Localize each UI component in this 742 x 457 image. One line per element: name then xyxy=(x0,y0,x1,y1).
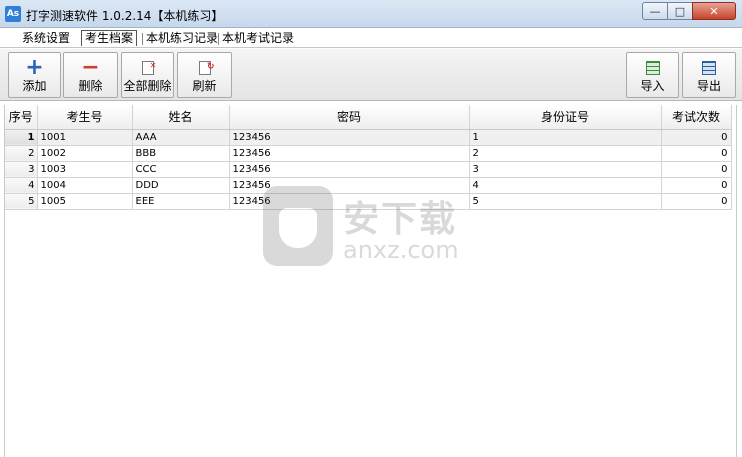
add-button[interactable]: + 添加 xyxy=(8,52,61,98)
plus-icon: + xyxy=(25,55,44,80)
table-header-row: 序号 考生号 姓名 密码 身份证号 考试次数 xyxy=(5,105,732,130)
column-header-candidate-id[interactable]: 考生号 xyxy=(37,105,133,130)
column-header-name[interactable]: 姓名 xyxy=(132,105,230,130)
cell-index: 5 xyxy=(5,193,38,210)
tab-local-practice-records[interactable]: 本机练习记录 xyxy=(146,31,218,47)
delete-all-button-label: 全部删除 xyxy=(123,79,172,93)
tab-system-settings[interactable]: 系统设置 xyxy=(22,31,70,47)
add-button-label: 添加 xyxy=(22,79,47,93)
tab-separator xyxy=(142,33,143,45)
column-header-index[interactable]: 序号 xyxy=(5,105,38,130)
toolbar: + 添加 − 删除 全部删除 刷新 导入 导出 xyxy=(0,49,742,101)
cell-candidate-id[interactable]: 1004 xyxy=(37,177,133,194)
cell-id-card[interactable]: 2 xyxy=(469,145,662,162)
delete-all-button[interactable]: 全部删除 xyxy=(121,52,174,98)
column-header-id-card[interactable]: 身份证号 xyxy=(469,105,662,130)
table-row[interactable]: 1 1001 AAA 123456 1 0 xyxy=(5,129,732,146)
cell-exam-count[interactable]: 0 xyxy=(661,177,732,194)
cell-password[interactable]: 123456 xyxy=(229,129,470,146)
cell-name[interactable]: EEE xyxy=(132,193,230,210)
cell-password[interactable]: 123456 xyxy=(229,177,470,194)
cell-name[interactable]: AAA xyxy=(132,129,230,146)
column-header-exam-count[interactable]: 考试次数 xyxy=(661,105,732,130)
cell-name[interactable]: DDD xyxy=(132,177,230,194)
menu-tabs: 系统设置 考生档案 本机练习记录 本机考试记录 xyxy=(0,28,742,48)
tab-candidate-records[interactable]: 考生档案 xyxy=(81,30,138,46)
table-row[interactable]: 3 1003 CCC 123456 3 0 xyxy=(5,161,732,178)
excel-export-icon xyxy=(702,61,716,75)
candidate-grid[interactable]: 序号 考生号 姓名 密码 身份证号 考试次数 1 1001 AAA 123456… xyxy=(4,105,737,457)
delete-button-label: 删除 xyxy=(78,79,103,93)
cell-index: 4 xyxy=(5,177,38,194)
cell-name[interactable]: CCC xyxy=(132,161,230,178)
excel-import-icon xyxy=(645,61,660,75)
window-title: 打字测速软件 1.0.2.14【本机练习】 xyxy=(26,9,224,23)
cell-candidate-id[interactable]: 1002 xyxy=(37,145,133,162)
cell-candidate-id[interactable]: 1005 xyxy=(37,193,133,210)
table-row[interactable]: 5 1005 EEE 123456 5 0 xyxy=(5,193,732,210)
document-delete-icon xyxy=(141,55,157,77)
cell-exam-count[interactable]: 0 xyxy=(661,193,732,210)
minus-icon: − xyxy=(81,55,100,80)
cell-exam-count[interactable]: 0 xyxy=(661,145,732,162)
cell-candidate-id[interactable]: 1003 xyxy=(37,161,133,178)
export-button-label: 导出 xyxy=(696,79,721,93)
app-icon: As xyxy=(5,6,21,22)
cell-index: 2 xyxy=(5,145,38,162)
cell-candidate-id[interactable]: 1001 xyxy=(37,129,133,146)
maximize-button[interactable]: □ xyxy=(667,2,693,20)
window-controls: — □ ✕ xyxy=(642,2,736,21)
minimize-button[interactable]: — xyxy=(642,2,668,20)
delete-button[interactable]: − 删除 xyxy=(63,52,118,98)
cell-password[interactable]: 123456 xyxy=(229,193,470,210)
document-refresh-icon xyxy=(198,56,215,78)
export-button[interactable]: 导出 xyxy=(682,52,736,98)
close-button[interactable]: ✕ xyxy=(692,2,736,20)
table-row[interactable]: 2 1002 BBB 123456 2 0 xyxy=(5,145,732,162)
cell-password[interactable]: 123456 xyxy=(229,161,470,178)
cell-id-card[interactable]: 5 xyxy=(469,193,662,210)
column-header-password[interactable]: 密码 xyxy=(229,105,470,130)
cell-id-card[interactable]: 4 xyxy=(469,177,662,194)
cell-exam-count[interactable]: 0 xyxy=(661,161,732,178)
tab-local-exam-records[interactable]: 本机考试记录 xyxy=(222,31,294,47)
table-row[interactable]: 4 1004 DDD 123456 4 0 xyxy=(5,177,732,194)
import-button[interactable]: 导入 xyxy=(626,52,679,98)
title-bar: As 打字测速软件 1.0.2.14【本机练习】 — □ ✕ xyxy=(0,0,742,28)
candidate-table: 序号 考生号 姓名 密码 身份证号 考试次数 1 1001 AAA 123456… xyxy=(5,105,732,210)
cell-id-card[interactable]: 1 xyxy=(469,129,662,146)
cell-password[interactable]: 123456 xyxy=(229,145,470,162)
cell-index: 3 xyxy=(5,161,38,178)
tab-separator xyxy=(218,33,219,45)
import-button-label: 导入 xyxy=(640,79,665,93)
refresh-button[interactable]: 刷新 xyxy=(177,52,232,98)
cell-index: 1 xyxy=(5,129,38,146)
cell-id-card[interactable]: 3 xyxy=(469,161,662,178)
cell-exam-count[interactable]: 0 xyxy=(661,129,732,146)
refresh-button-label: 刷新 xyxy=(192,79,217,93)
cell-name[interactable]: BBB xyxy=(132,145,230,162)
